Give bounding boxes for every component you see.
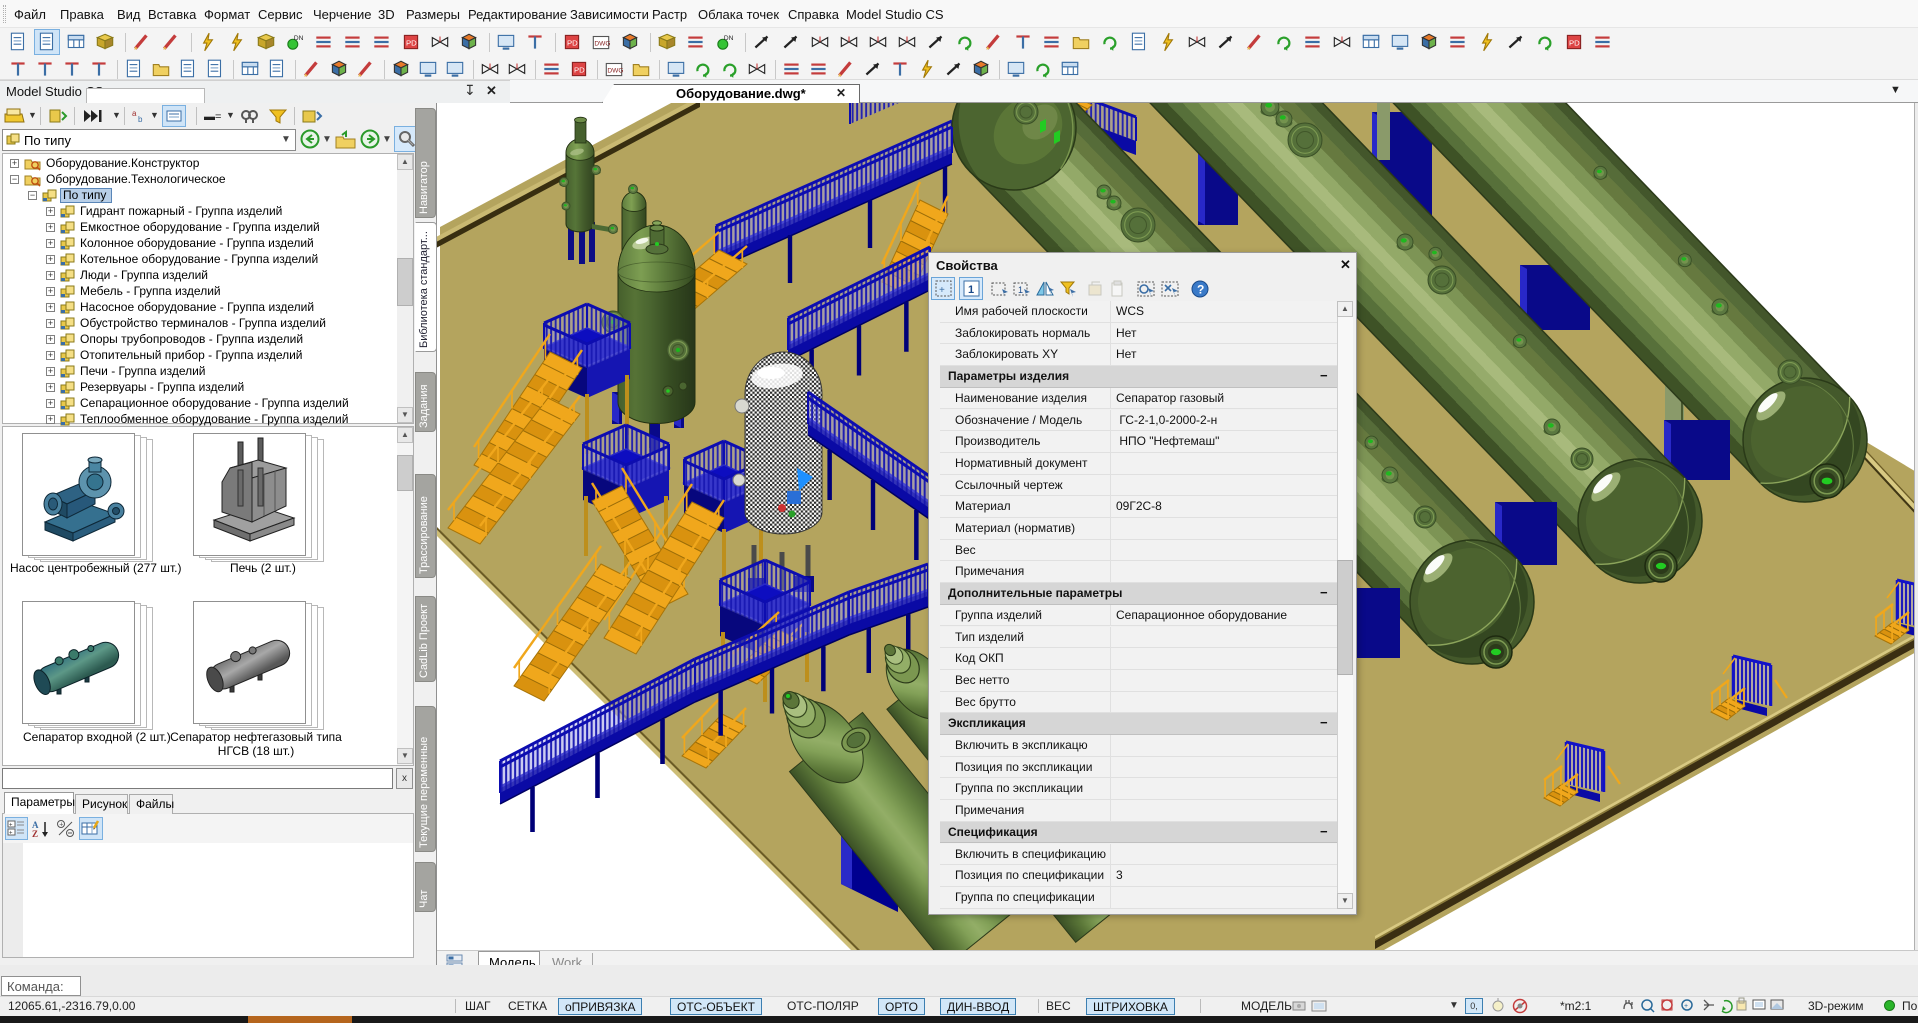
svg-text:+: + [9, 831, 13, 837]
svg-text:+: + [9, 823, 13, 829]
svg-text:+: + [59, 822, 63, 829]
svg-text:PD: PD [1569, 38, 1580, 47]
svg-text:▬=: ▬= [204, 111, 221, 123]
svg-text:b: b [138, 115, 143, 124]
svg-text:DN: DN [724, 35, 734, 42]
svg-text:+: + [1684, 1003, 1688, 1010]
svg-text:DWG: DWG [607, 67, 623, 74]
svg-text:Z: Z [32, 829, 38, 839]
svg-text:+: + [939, 285, 945, 296]
svg-text:1: 1 [968, 284, 974, 296]
svg-text:1: 1 [1018, 285, 1023, 295]
svg-text:?: ? [1197, 283, 1204, 297]
svg-text:PD: PD [567, 38, 578, 47]
svg-text:DN: DN [294, 35, 304, 42]
svg-text:PD: PD [574, 65, 585, 74]
svg-text:a: a [132, 109, 137, 118]
svg-text:DWG: DWG [594, 40, 610, 47]
svg-text:PD: PD [406, 38, 417, 47]
